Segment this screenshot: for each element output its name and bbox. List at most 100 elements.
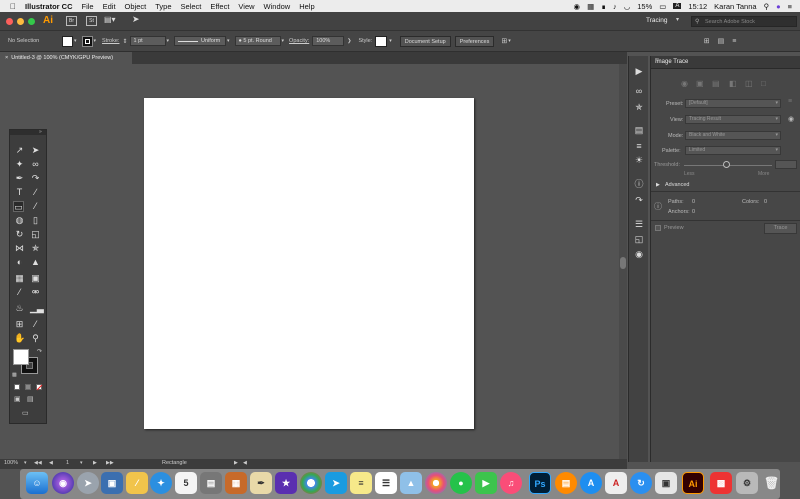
default-fill-stroke-icon[interactable]: ▩	[12, 372, 17, 378]
workspace-chevron-icon[interactable]: ▾	[676, 16, 679, 23]
stroke-chevron-icon[interactable]: ▾	[94, 38, 97, 44]
font-book-icon[interactable]: ⁄	[126, 472, 148, 494]
volume-icon[interactable]: ♪	[613, 2, 617, 11]
mode-select[interactable]: Black and White ▾	[685, 131, 781, 140]
finder-icon[interactable]: ☺	[26, 472, 48, 494]
battery-icon[interactable]: ▭	[659, 2, 666, 11]
stroke-panel-icon[interactable]: ≡	[633, 140, 645, 152]
scrollbar-thumb[interactable]	[620, 257, 626, 269]
gradient-tool-icon[interactable]: ▣	[30, 273, 41, 284]
menu-help[interactable]: Help	[299, 2, 314, 11]
script-editor-icon[interactable]: ✒	[250, 472, 272, 494]
apple-menu-icon[interactable]: 	[10, 2, 16, 11]
blend-tool-icon[interactable]: ⚮	[30, 287, 41, 298]
ibooks-store-icon[interactable]: ▤	[555, 472, 577, 494]
spotlight-icon[interactable]: ⚲	[764, 2, 770, 11]
screen-mode-icon[interactable]: ▭	[22, 409, 29, 417]
column-graph-tool-icon[interactable]: ▁▃	[30, 303, 44, 314]
perspective-grid-tool-icon[interactable]: ▲	[30, 257, 41, 268]
artboard-chevron-icon[interactable]: ▾	[80, 460, 83, 466]
pen-tool-icon[interactable]: ✒	[14, 173, 25, 184]
app-store-alt-icon[interactable]: A	[580, 472, 602, 494]
zoom-window-button[interactable]	[28, 18, 35, 25]
view-select[interactable]: Tracing Result ▾	[685, 115, 781, 124]
slice-tool-icon[interactable]: ⁄	[30, 319, 41, 330]
shaper-tool-icon[interactable]: ◍	[14, 215, 25, 226]
preview-checkbox[interactable]	[655, 225, 661, 231]
menu-select[interactable]: Select	[181, 2, 202, 11]
stock-button[interactable]: St	[86, 16, 97, 26]
transform-icon[interactable]: ▤	[718, 37, 725, 45]
last-artboard-icon[interactable]: ▶▶	[106, 460, 114, 466]
rotate-tool-icon[interactable]: ↻	[14, 229, 25, 240]
width-tool-icon[interactable]: ⋈	[14, 243, 25, 254]
stroke-weight-chevron-icon[interactable]: ▾	[167, 38, 170, 44]
rectangle-tool-icon[interactable]: ▭	[13, 201, 24, 212]
launchpad-icon[interactable]: ➤	[77, 472, 99, 494]
chrome-icon[interactable]	[300, 472, 322, 494]
draw-mode-icon[interactable]: ▣	[14, 395, 21, 403]
fill-swatch[interactable]	[62, 35, 73, 47]
trace-button[interactable]: Trace	[764, 223, 797, 234]
next-artboard-icon[interactable]: ▶	[93, 460, 97, 466]
preset-menu-icon[interactable]: ≡	[788, 98, 792, 105]
arrange-chevron-icon[interactable]: ▾	[508, 38, 511, 44]
draw-inside-icon[interactable]: ▤	[27, 395, 34, 403]
magic-wand-tool-icon[interactable]: ✦	[14, 159, 25, 170]
stock-search-input[interactable]: ⚲ Search Adobe Stock	[691, 16, 797, 27]
preferences-button[interactable]: Preferences	[454, 35, 495, 47]
advanced-toggle[interactable]: Advanced	[665, 182, 689, 188]
canvas-vertical-scrollbar[interactable]	[619, 64, 627, 462]
eyedropper-tool-icon[interactable]: ⁄	[14, 287, 25, 298]
layers-panel-icon[interactable]: ☰	[633, 218, 645, 230]
menu-app-name[interactable]: Illustrator CC	[25, 2, 73, 11]
lasso-tool-icon[interactable]: ∞	[30, 159, 41, 170]
preview-app-icon[interactable]: ▣	[655, 472, 677, 494]
sync-icon[interactable]: ↻	[630, 472, 652, 494]
notification-center-icon[interactable]: ≡	[788, 2, 792, 11]
hand-tool-icon[interactable]: ✋	[14, 333, 25, 344]
panel-menu-icon[interactable]: ≡	[655, 57, 796, 64]
siri-dock-icon[interactable]: ◉	[52, 472, 74, 494]
control-bar-menu-icon[interactable]: ≡	[732, 38, 736, 45]
gradient-mode-icon[interactable]	[25, 384, 31, 390]
profile-chevron-icon[interactable]: ▾	[227, 38, 230, 44]
style-chevron-icon[interactable]: ▾	[389, 38, 392, 44]
stroke-swatch[interactable]	[81, 35, 93, 47]
mesh-tool-icon[interactable]: ▦	[14, 273, 25, 284]
stroke-stepper-icon[interactable]: ⇕	[122, 38, 127, 45]
menu-window[interactable]: Window	[264, 2, 291, 11]
menu-object[interactable]: Object	[125, 2, 147, 11]
color-mode-icon[interactable]	[14, 384, 20, 390]
curvature-tool-icon[interactable]: ↷	[30, 173, 41, 184]
puppet-panel-icon[interactable]: ✯	[633, 101, 645, 113]
wifi-icon[interactable]: ◡	[624, 2, 631, 11]
fill-chevron-icon[interactable]: ▾	[74, 38, 77, 44]
zoom-level[interactable]: 100%	[4, 460, 18, 466]
bluetooth-icon[interactable]: ∎	[601, 2, 606, 11]
stroke-weight-field[interactable]: 1 pt	[129, 36, 166, 46]
utility-icon[interactable]: ⚙	[736, 472, 758, 494]
paintbrush-tool-icon[interactable]: ⁄	[30, 201, 41, 212]
artboard[interactable]	[144, 98, 474, 429]
brush-definition[interactable]: ● 5 pt. Round	[234, 36, 281, 46]
grayscale-preset-icon[interactable]: ◧	[729, 79, 737, 88]
gpu-performance-icon[interactable]: ➤	[132, 14, 140, 25]
menu-edit[interactable]: Edit	[103, 2, 116, 11]
menu-view[interactable]: View	[238, 2, 254, 11]
opacity-label[interactable]: Opacity:	[289, 38, 309, 44]
maps-icon[interactable]: ▲	[400, 472, 422, 494]
status-arrow-icon[interactable]: ▶	[234, 460, 238, 466]
image-trace-panel-icon[interactable]: ◉	[633, 248, 645, 260]
puppet-warp-tool-icon[interactable]: ✯	[30, 243, 41, 254]
auto-color-preset-icon[interactable]: ◉	[681, 79, 688, 88]
zoom-chevron-icon[interactable]: ▾	[24, 460, 27, 466]
sketch-book-icon[interactable]: ▩	[710, 472, 732, 494]
document-setup-button[interactable]: Document Setup	[399, 35, 451, 47]
fill-color-box[interactable]	[13, 349, 29, 365]
photoshop-icon[interactable]: Ps	[529, 472, 551, 494]
brush-chevron-icon[interactable]: ▾	[282, 38, 285, 44]
previous-artboard-icon[interactable]: ◀	[49, 460, 53, 466]
opacity-field[interactable]: 100%	[312, 36, 345, 46]
app-store-icon[interactable]: ➤	[325, 472, 347, 494]
